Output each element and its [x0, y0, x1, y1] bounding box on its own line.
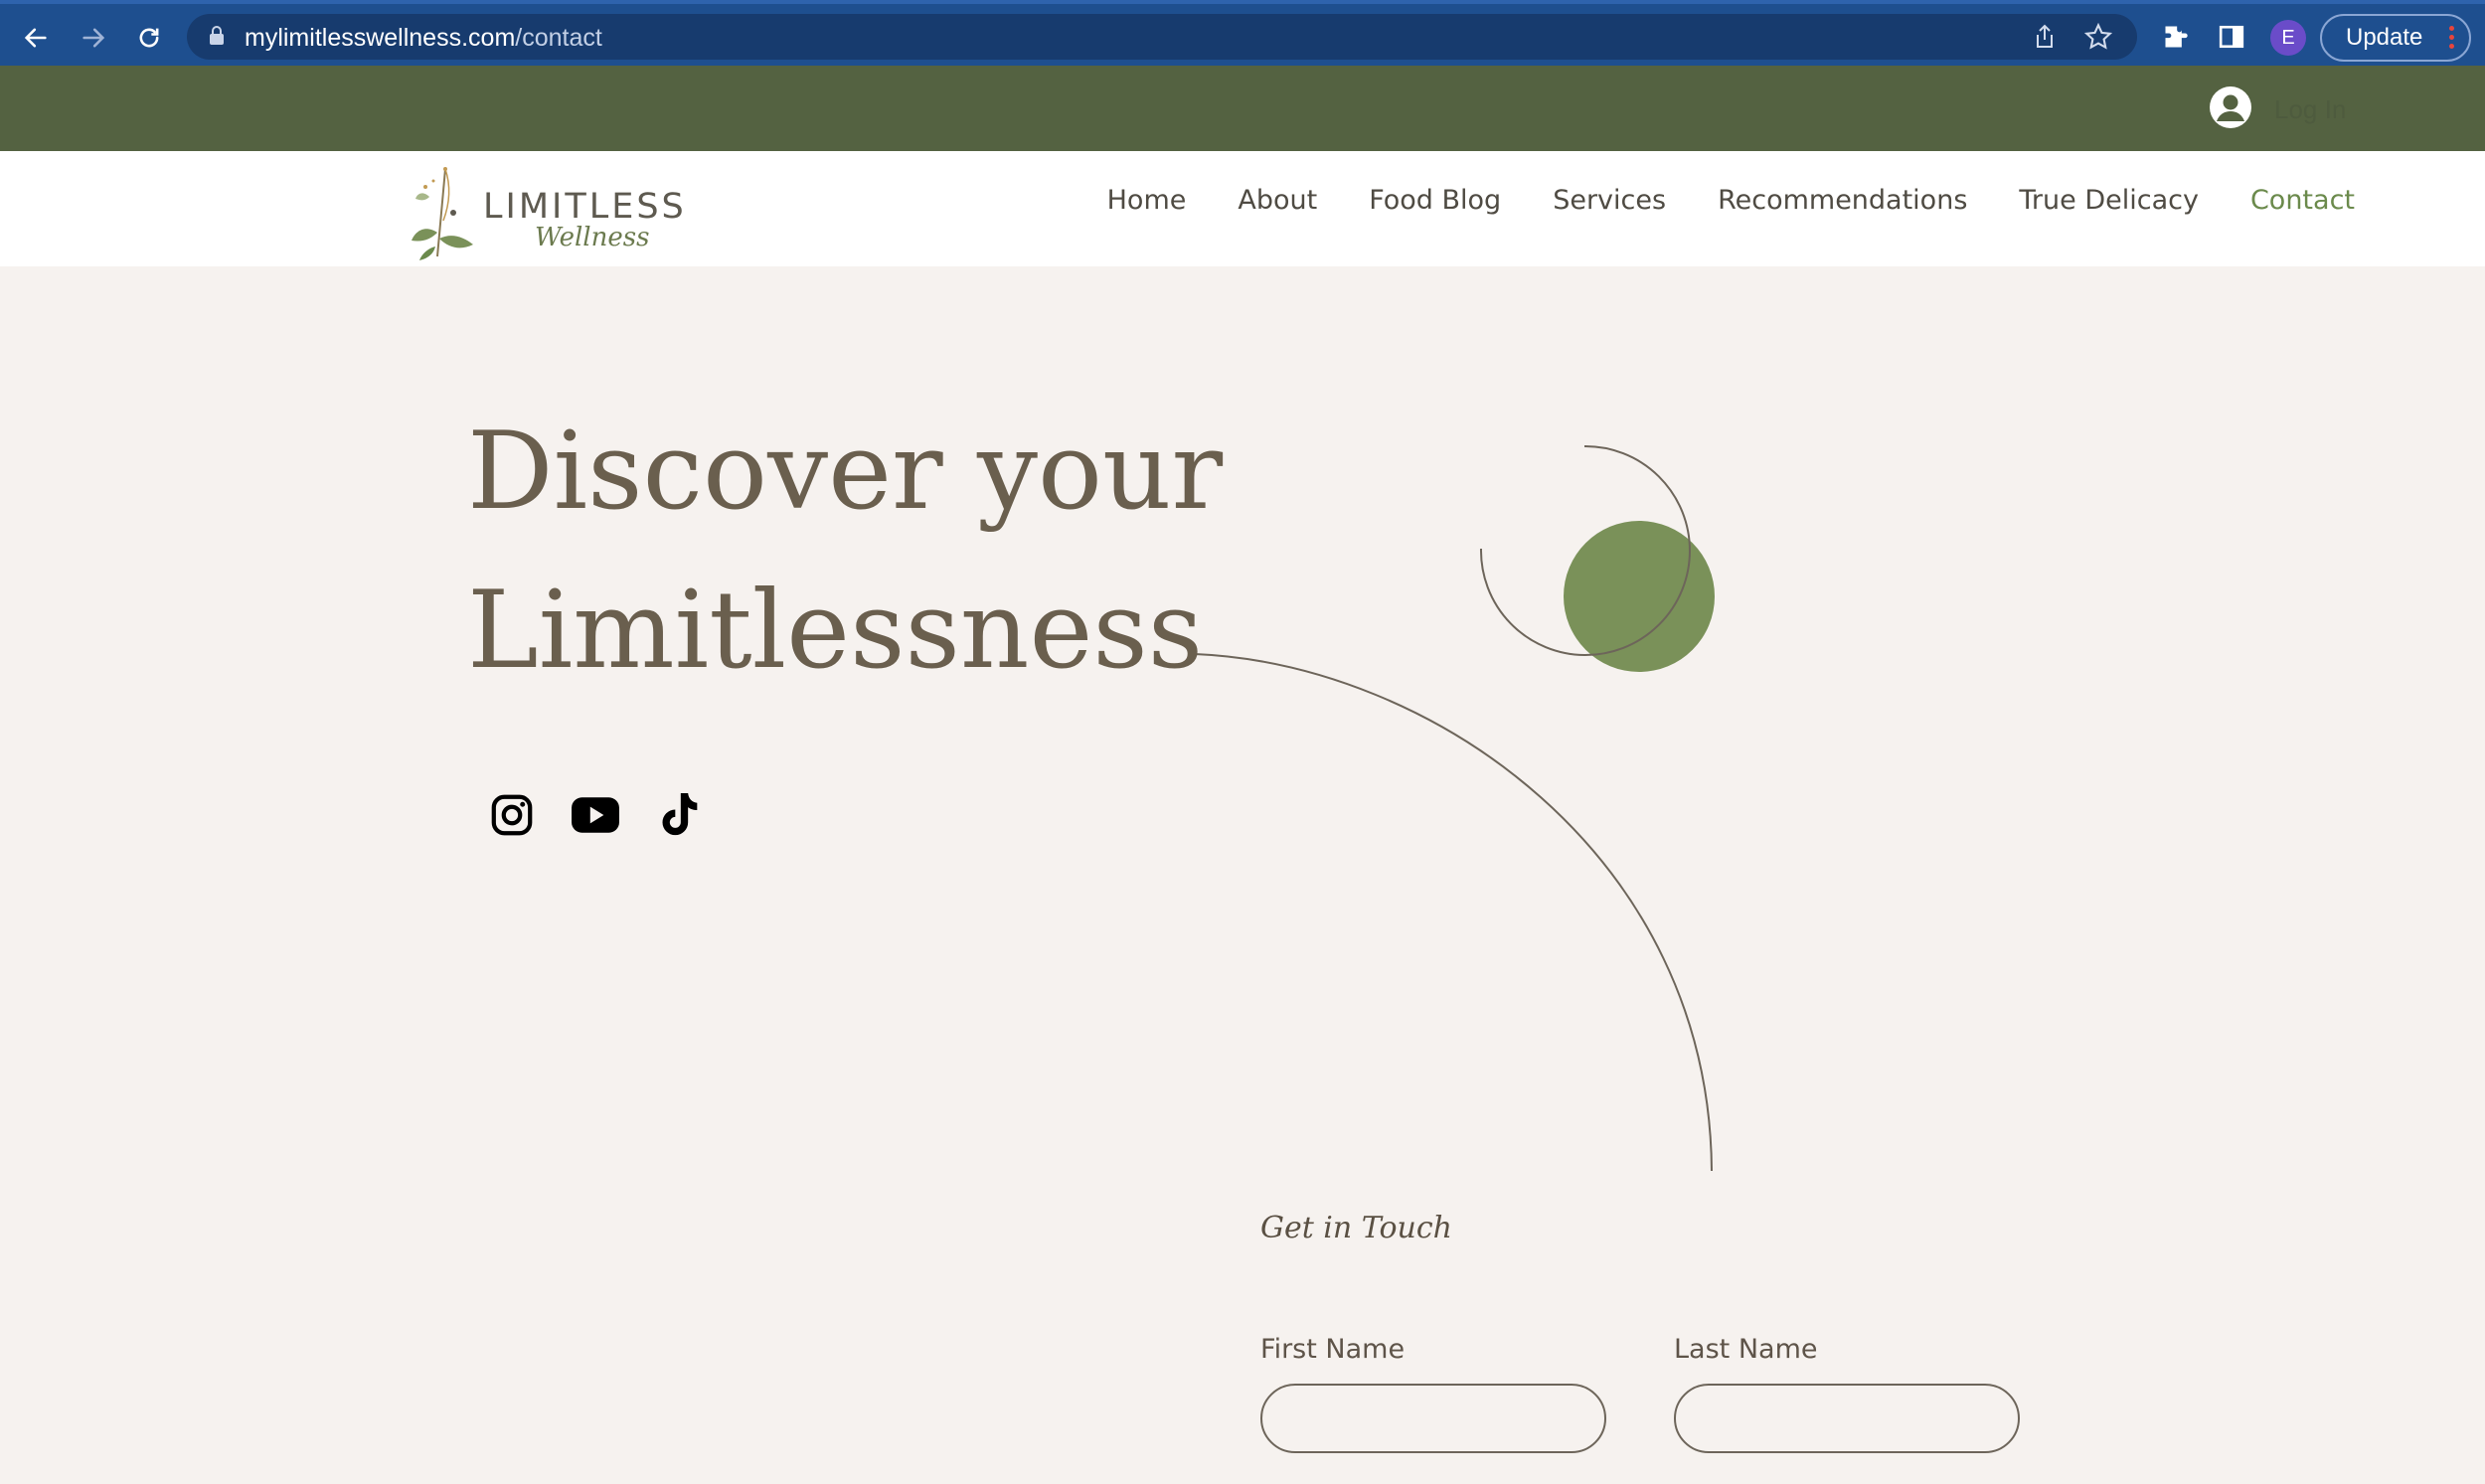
- green-circle: [1564, 521, 1715, 672]
- first-name-label: First Name: [1260, 1334, 1406, 1365]
- update-button[interactable]: Update: [2320, 14, 2471, 62]
- login-label: Log In: [2274, 94, 2347, 124]
- share-icon[interactable]: [2030, 22, 2060, 52]
- bookmark-star-icon[interactable]: [2083, 22, 2113, 52]
- back-icon[interactable]: [16, 18, 56, 58]
- side-panel-icon[interactable]: [2215, 20, 2248, 54]
- nav-recommendations[interactable]: Recommendations: [1718, 185, 1967, 216]
- form-title: Get in Touch: [1260, 1211, 1452, 1245]
- hero-title: Discover your Limitlessness: [467, 393, 1223, 711]
- browser-toolbar: mylimitlesswellness.com/contact E Update: [0, 0, 2485, 66]
- nav-home[interactable]: Home: [1107, 185, 1187, 216]
- logo-script: Wellness: [535, 223, 650, 252]
- hero-title-line-2: Limitlessness: [467, 569, 1204, 693]
- tiktok-icon[interactable]: [654, 790, 704, 840]
- profile-avatar[interactable]: E: [2270, 20, 2306, 56]
- lock-icon: [209, 26, 225, 51]
- site-header: LIMITLESS Wellness Home About Food Blog …: [0, 151, 2485, 266]
- hero-title-line-1: Discover your: [467, 410, 1224, 534]
- reload-icon[interactable]: [129, 18, 169, 58]
- extensions-icon[interactable]: [2159, 20, 2193, 54]
- last-name-label: Last Name: [1674, 1334, 1818, 1365]
- large-arc: [1194, 653, 1713, 1172]
- forward-icon[interactable]: [74, 18, 113, 58]
- first-name-input[interactable]: [1260, 1384, 1606, 1453]
- last-name-input[interactable]: [1674, 1384, 2020, 1453]
- nav-food-blog[interactable]: Food Blog: [1369, 185, 1501, 216]
- nav-services[interactable]: Services: [1553, 185, 1666, 216]
- update-label: Update: [2346, 24, 2423, 51]
- nav-true-delicacy[interactable]: True Delicacy: [2019, 185, 2199, 216]
- site-logo[interactable]: LIMITLESS Wellness: [404, 157, 702, 262]
- youtube-icon[interactable]: [571, 790, 620, 840]
- leaf-logo-icon: [408, 161, 483, 265]
- address-bar[interactable]: mylimitlesswellness.com/contact: [187, 14, 2137, 60]
- user-avatar-icon: [2209, 85, 2252, 134]
- url-text: mylimitlesswellness.com/contact: [245, 24, 602, 52]
- login-button[interactable]: Log In: [2209, 85, 2346, 134]
- social-links: [487, 790, 704, 840]
- small-arc: [1479, 444, 1691, 656]
- main-nav: Home About Food Blog Services Recommenda…: [1107, 185, 2355, 216]
- logo-wordmark: LIMITLESS: [483, 187, 687, 227]
- site-topbar: Log In: [0, 66, 2485, 151]
- menu-dots-icon[interactable]: [2449, 26, 2455, 49]
- nav-about[interactable]: About: [1238, 185, 1317, 216]
- instagram-icon[interactable]: [487, 790, 537, 840]
- nav-contact[interactable]: Contact: [2250, 185, 2355, 216]
